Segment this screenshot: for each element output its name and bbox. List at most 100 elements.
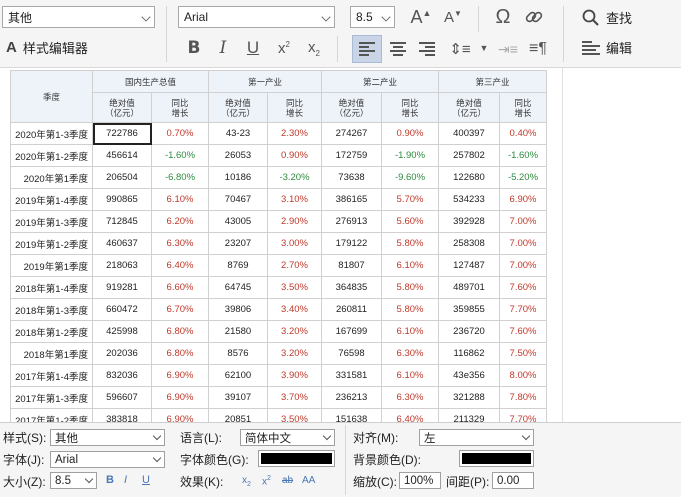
growth-cell[interactable]: 3.00% xyxy=(267,232,322,255)
style-editor-button[interactable]: A 样式编辑器 xyxy=(6,38,88,57)
value-cell[interactable]: 21580 xyxy=(208,320,268,343)
value-cell[interactable]: 460637 xyxy=(92,232,152,255)
value-cell[interactable]: 64745 xyxy=(208,276,268,299)
bold-button[interactable]: B xyxy=(182,36,206,60)
value-cell[interactable]: 425998 xyxy=(92,320,152,343)
value-cell[interactable]: 260811 xyxy=(321,298,382,321)
growth-cell[interactable]: -3.20% xyxy=(267,166,322,189)
language-dropdown[interactable]: 简体中文 xyxy=(240,429,335,446)
growth-cell[interactable]: 6.30% xyxy=(381,386,439,409)
growth-cell[interactable]: 6.10% xyxy=(381,254,439,277)
value-cell[interactable]: 236720 xyxy=(438,320,500,343)
growth-cell[interactable]: 5.60% xyxy=(381,210,439,233)
strikethrough-icon[interactable]: ab xyxy=(282,475,293,486)
growth-cell[interactable]: 6.90% xyxy=(151,408,209,422)
value-cell[interactable]: 386165 xyxy=(321,188,382,211)
value-cell[interactable]: 383818 xyxy=(92,408,152,422)
growth-cell[interactable]: 5.70% xyxy=(381,188,439,211)
value-cell[interactable]: 331581 xyxy=(321,364,382,387)
value-cell[interactable]: 364835 xyxy=(321,276,382,299)
value-cell[interactable]: 832036 xyxy=(92,364,152,387)
value-cell[interactable]: 274267 xyxy=(321,122,382,145)
align-center-button[interactable] xyxy=(385,35,411,63)
value-cell[interactable]: 8769 xyxy=(208,254,268,277)
growth-cell[interactable]: -5.20% xyxy=(499,166,547,189)
subscript-effect-icon[interactable]: x2 xyxy=(242,475,251,488)
align-left-button[interactable] xyxy=(352,35,382,63)
value-cell[interactable]: 23207 xyxy=(208,232,268,255)
growth-cell[interactable]: -1.90% xyxy=(381,144,439,167)
value-cell[interactable]: 919281 xyxy=(92,276,152,299)
value-cell[interactable]: 206504 xyxy=(92,166,152,189)
growth-cell[interactable]: 5.80% xyxy=(381,298,439,321)
value-cell[interactable]: 722786 xyxy=(92,122,152,145)
value-cell[interactable]: 172759 xyxy=(321,144,382,167)
value-cell[interactable]: 116862 xyxy=(438,342,500,365)
value-cell[interactable]: 8576 xyxy=(208,342,268,365)
growth-cell[interactable]: 3.20% xyxy=(267,320,322,343)
value-cell[interactable]: 73638 xyxy=(321,166,382,189)
quarter-cell[interactable]: 2020年第1-2季度 xyxy=(10,144,93,167)
quarter-cell[interactable]: 2019年第1季度 xyxy=(10,254,93,277)
growth-cell[interactable]: 6.90% xyxy=(499,188,547,211)
quarter-cell[interactable]: 2018年第1季度 xyxy=(10,342,93,365)
growth-cell[interactable]: 6.90% xyxy=(151,364,209,387)
grow-font-button[interactable]: A▲ xyxy=(408,5,434,29)
growth-cell[interactable]: 7.60% xyxy=(499,276,547,299)
quarter-cell[interactable]: 2020年第1季度 xyxy=(10,166,93,189)
growth-cell[interactable]: 7.80% xyxy=(499,386,547,409)
value-cell[interactable]: 202036 xyxy=(92,342,152,365)
growth-cell[interactable]: 7.70% xyxy=(499,298,547,321)
value-cell[interactable]: 39806 xyxy=(208,298,268,321)
value-cell[interactable]: 43-23 xyxy=(208,122,268,145)
quarter-cell[interactable]: 2019年第1-3季度 xyxy=(10,210,93,233)
growth-cell[interactable]: 3.90% xyxy=(267,364,322,387)
indent-button[interactable]: ⇥≡ xyxy=(496,35,520,63)
subscript-button[interactable]: x2 xyxy=(302,36,326,60)
value-cell[interactable]: 218063 xyxy=(92,254,152,277)
value-cell[interactable]: 167699 xyxy=(321,320,382,343)
align-dropdown[interactable]: 左 xyxy=(419,429,534,446)
value-cell[interactable]: 70467 xyxy=(208,188,268,211)
line-spacing-button[interactable]: ⇕≡ xyxy=(447,35,473,63)
value-cell[interactable]: 321288 xyxy=(438,386,500,409)
growth-cell[interactable]: 6.80% xyxy=(151,342,209,365)
value-cell[interactable]: 276913 xyxy=(321,210,382,233)
growth-cell[interactable]: 3.70% xyxy=(267,386,322,409)
superscript-effect-icon[interactable]: x2 xyxy=(262,475,271,487)
value-cell[interactable]: 43e356 xyxy=(438,364,500,387)
growth-cell[interactable]: 0.90% xyxy=(381,122,439,145)
value-cell[interactable]: 62100 xyxy=(208,364,268,387)
value-cell[interactable]: 392928 xyxy=(438,210,500,233)
growth-cell[interactable]: 2.30% xyxy=(267,122,322,145)
quarter-cell[interactable]: 2017年第1-4季度 xyxy=(10,364,93,387)
spacing-input[interactable]: 0.00 xyxy=(492,472,534,489)
zoom-input[interactable]: 100% xyxy=(399,472,441,489)
quarter-cell[interactable]: 2019年第1-2季度 xyxy=(10,232,93,255)
symbol-button[interactable]: Ω xyxy=(490,4,516,30)
quarter-cell[interactable]: 2020年第1-3季度 xyxy=(10,122,93,145)
growth-cell[interactable]: 5.80% xyxy=(381,276,439,299)
quarter-cell[interactable]: 2019年第1-4季度 xyxy=(10,188,93,211)
growth-cell[interactable]: 6.40% xyxy=(381,408,439,422)
growth-cell[interactable]: 6.90% xyxy=(151,386,209,409)
quarter-cell[interactable]: 2017年第1-3季度 xyxy=(10,386,93,409)
value-cell[interactable]: 20851 xyxy=(208,408,268,422)
underline-button[interactable]: U xyxy=(241,36,265,60)
growth-cell[interactable]: 0.90% xyxy=(267,144,322,167)
growth-cell[interactable]: 7.50% xyxy=(499,342,547,365)
paragraph-button[interactable]: ≡¶ xyxy=(526,35,550,63)
growth-cell[interactable]: 0.70% xyxy=(151,122,209,145)
value-cell[interactable]: 81807 xyxy=(321,254,382,277)
value-cell[interactable]: 990865 xyxy=(92,188,152,211)
find-button[interactable]: 查找 xyxy=(582,8,632,27)
value-cell[interactable]: 122680 xyxy=(438,166,500,189)
growth-cell[interactable]: 3.20% xyxy=(267,342,322,365)
value-cell[interactable]: 258308 xyxy=(438,232,500,255)
edit-button[interactable]: 编辑 xyxy=(582,38,632,57)
align-right-button[interactable] xyxy=(414,35,440,63)
italic-button[interactable]: I xyxy=(211,36,235,60)
quarter-cell[interactable]: 2018年第1-2季度 xyxy=(10,320,93,343)
growth-cell[interactable]: -6.80% xyxy=(151,166,209,189)
value-cell[interactable]: 10186 xyxy=(208,166,268,189)
